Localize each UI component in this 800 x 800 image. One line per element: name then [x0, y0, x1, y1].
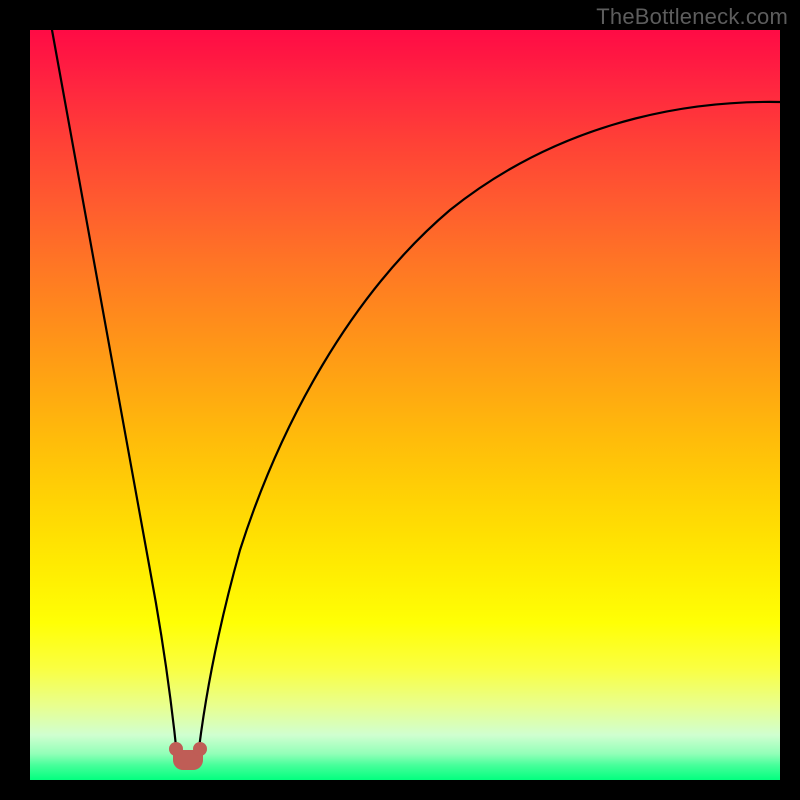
watermark-text: TheBottleneck.com: [596, 4, 788, 30]
curve-right-branch: [197, 102, 780, 765]
optimal-zone-left-dot: [169, 742, 183, 756]
chart-plot-area: [30, 30, 780, 780]
optimal-zone-right-dot: [193, 742, 207, 756]
bottleneck-curve: [30, 30, 780, 780]
curve-left-branch: [52, 30, 178, 765]
